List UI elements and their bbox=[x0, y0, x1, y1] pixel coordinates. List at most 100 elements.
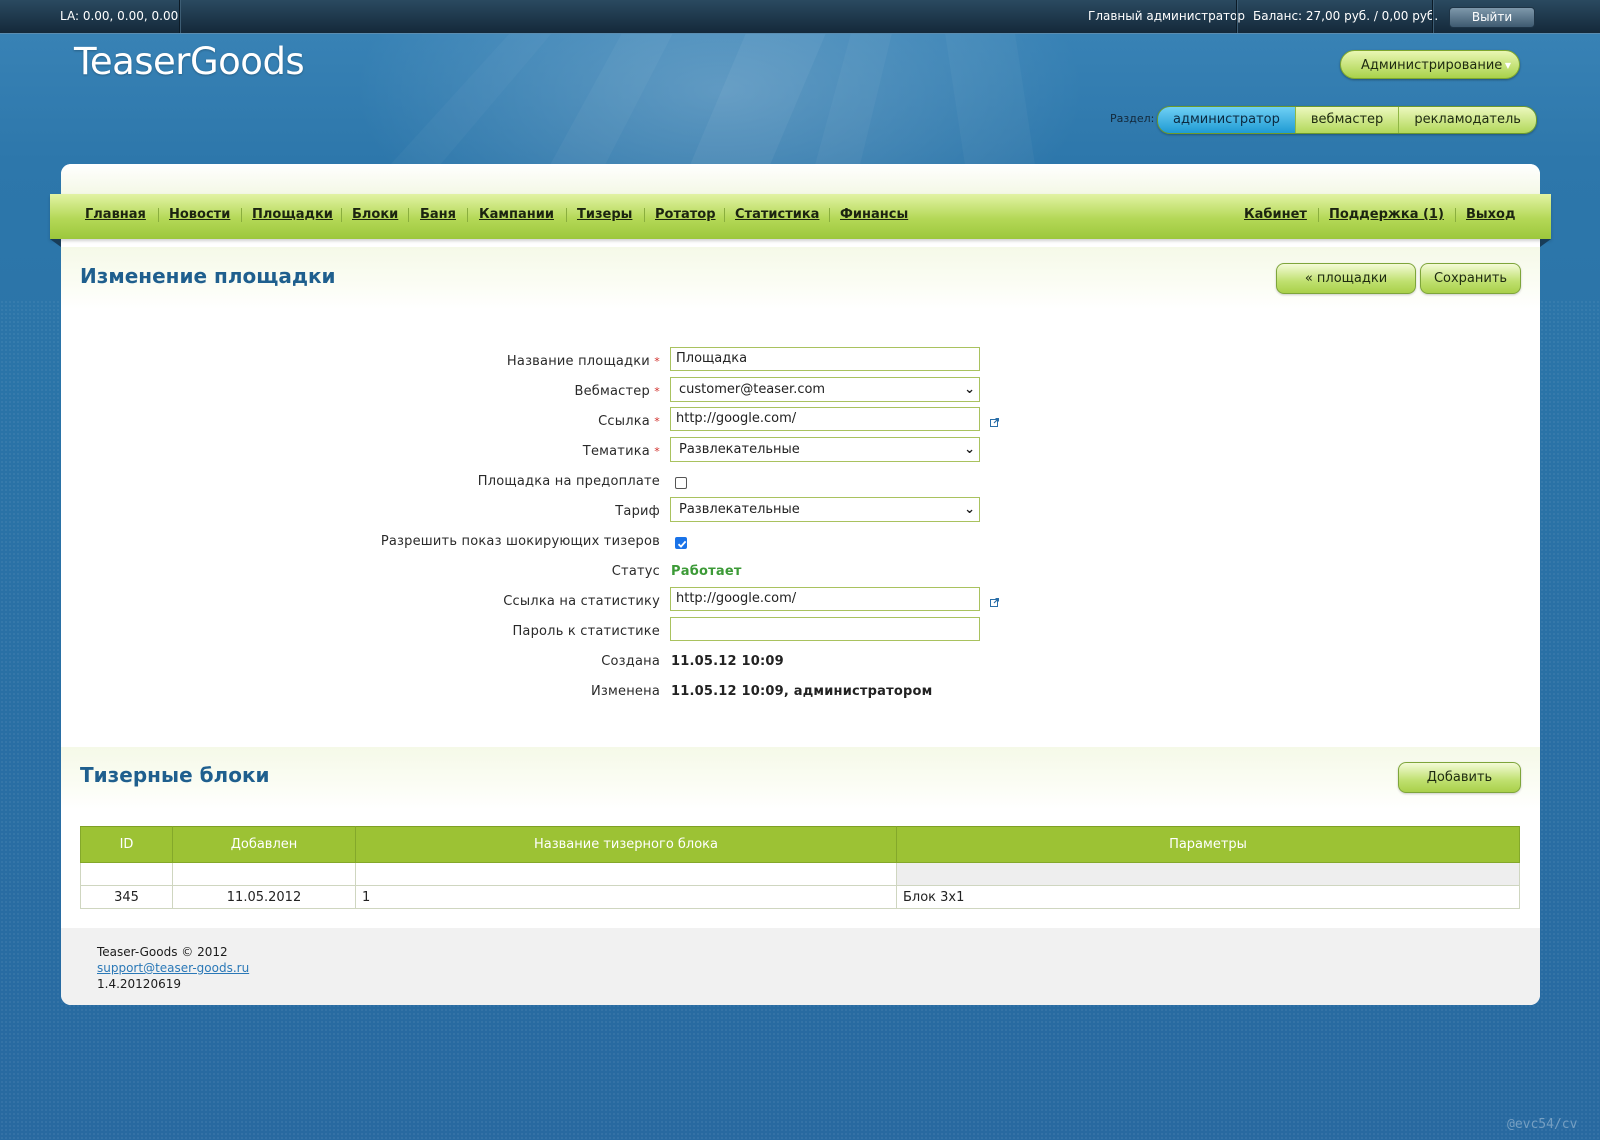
nav-link-finances[interactable]: Финансы bbox=[840, 207, 908, 222]
theme-label: Тематика * bbox=[582, 444, 660, 459]
link-label: Ссылка * bbox=[598, 414, 660, 429]
external-link-icon[interactable] bbox=[990, 418, 999, 427]
blocks-section-header bbox=[61, 747, 1540, 809]
tariff-select-value: Развлекательные bbox=[679, 502, 800, 517]
cell-params: Блок 3x1 bbox=[896, 885, 1520, 909]
shocking-teasers-label: Разрешить показ шокирующих тизеров bbox=[380, 534, 660, 549]
nav-ribbon-fold bbox=[1540, 239, 1551, 247]
table-row[interactable]: 345 11.05.2012 1 Блок 3x1 bbox=[80, 885, 1520, 909]
caret-down-icon: ▼ bbox=[1504, 61, 1511, 70]
nav-separator bbox=[241, 208, 242, 222]
column-header-added[interactable]: Добавлен bbox=[172, 826, 356, 863]
nav-separator bbox=[829, 208, 830, 222]
save-button[interactable]: Сохранить bbox=[1420, 263, 1521, 294]
nav-link-exit[interactable]: Выход bbox=[1466, 207, 1515, 222]
stats-password-label: Пароль к статистике bbox=[512, 624, 660, 639]
nav-link-teasers[interactable]: Тизеры bbox=[577, 207, 632, 222]
stats-link-input[interactable]: http://google.com/ bbox=[670, 587, 980, 611]
nav-separator bbox=[408, 208, 409, 222]
nav-separator bbox=[467, 208, 468, 222]
filter-cell bbox=[172, 862, 356, 886]
add-block-button[interactable]: Добавить bbox=[1398, 762, 1521, 793]
load-average: LA: 0.00, 0.00, 0.00 bbox=[60, 9, 179, 23]
nav-separator bbox=[158, 208, 159, 222]
external-link-icon[interactable] bbox=[990, 598, 999, 607]
administration-menu-button[interactable]: Администрирование ▼ bbox=[1340, 50, 1520, 79]
nav-link-banya[interactable]: Баня bbox=[420, 207, 456, 222]
role-switch-label: Раздел: bbox=[1110, 112, 1155, 125]
nav-link-statistics[interactable]: Статистика bbox=[735, 207, 819, 222]
footer: Teaser-Goods © 2012 support@teaser-goods… bbox=[61, 928, 1540, 1005]
modified-label: Изменена bbox=[590, 684, 660, 699]
balance-text: Баланс: 27,00 руб. / 0,00 руб. bbox=[1253, 9, 1439, 23]
site-logo[interactable]: TeaserGoods bbox=[74, 40, 305, 83]
site-name-label: Название площадки * bbox=[506, 354, 660, 369]
page-title: Изменение площадки bbox=[80, 264, 336, 288]
created-value: 11.05.12 10:09 bbox=[671, 654, 784, 669]
cell-id: 345 bbox=[80, 885, 173, 909]
webmaster-label: Вебмастер * bbox=[574, 384, 660, 399]
webmaster-select[interactable]: customer@teaser.com ⌄ bbox=[670, 377, 980, 402]
table-filter-row bbox=[80, 862, 1520, 886]
chevron-down-icon: ⌄ bbox=[964, 382, 975, 397]
role-switch: администратор вебмастер рекламодатель bbox=[1157, 106, 1537, 134]
link-input[interactable]: http://google.com/ bbox=[670, 407, 980, 431]
column-header-params[interactable]: Параметры bbox=[896, 826, 1520, 863]
nav-link-home[interactable]: Главная bbox=[85, 207, 146, 222]
teaser-blocks-table: ID Добавлен Название тизерного блока Пар… bbox=[80, 826, 1520, 909]
top-bar-divider bbox=[179, 0, 181, 33]
theme-select-value: Развлекательные bbox=[679, 442, 800, 457]
required-mark: * bbox=[654, 415, 660, 428]
checkmark-icon bbox=[677, 540, 687, 548]
tariff-label: Тариф bbox=[615, 504, 660, 519]
footer-support-email-link[interactable]: support@teaser-goods.ru bbox=[97, 961, 249, 975]
administration-menu-label: Администрирование bbox=[1361, 58, 1503, 73]
nav-link-campaigns[interactable]: Кампании bbox=[479, 207, 554, 222]
nav-link-sites[interactable]: Площадки bbox=[252, 207, 333, 222]
nav-link-news[interactable]: Новости bbox=[169, 207, 230, 222]
nav-link-blocks[interactable]: Блоки bbox=[352, 207, 398, 222]
column-header-id[interactable]: ID bbox=[80, 826, 173, 863]
blocks-section-title: Тизерные блоки bbox=[80, 763, 270, 787]
top-bar: LA: 0.00, 0.00, 0.00 Главный администрат… bbox=[0, 0, 1600, 34]
prepaid-label: Площадка на предоплате bbox=[477, 474, 660, 489]
nav-link-support[interactable]: Поддержка (1) bbox=[1329, 207, 1444, 222]
status-label: Статус bbox=[611, 564, 660, 579]
prepaid-checkbox[interactable] bbox=[675, 477, 687, 489]
cell-name: 1 bbox=[355, 885, 897, 909]
chevron-down-icon: ⌄ bbox=[964, 502, 975, 517]
main-panel-top bbox=[61, 164, 1540, 194]
chevron-down-icon: ⌄ bbox=[964, 442, 975, 457]
nav-separator bbox=[644, 208, 645, 222]
top-bar-divider bbox=[1236, 0, 1238, 33]
top-bar-divider bbox=[1432, 0, 1434, 33]
stats-password-input[interactable] bbox=[670, 617, 980, 641]
nav-separator bbox=[566, 208, 567, 222]
tariff-select[interactable]: Развлекательные ⌄ bbox=[670, 497, 980, 522]
watermark: @evc54/cv bbox=[1507, 1117, 1578, 1132]
role-tab-advertiser[interactable]: рекламодатель bbox=[1398, 107, 1536, 133]
nav-link-cabinet[interactable]: Кабинет bbox=[1244, 207, 1307, 222]
back-to-sites-button[interactable]: « площадки bbox=[1276, 263, 1416, 294]
webmaster-select-value: customer@teaser.com bbox=[679, 382, 826, 397]
column-header-name[interactable]: Название тизерного блока bbox=[355, 826, 897, 863]
table-header-row: ID Добавлен Название тизерного блока Пар… bbox=[80, 826, 1520, 863]
logout-button[interactable]: Выйти bbox=[1449, 7, 1535, 28]
site-name-input[interactable]: Площадка bbox=[670, 347, 980, 371]
modified-value: 11.05.12 10:09, администратором bbox=[671, 684, 933, 699]
required-mark: * bbox=[654, 445, 660, 458]
role-tab-administrator[interactable]: администратор bbox=[1158, 107, 1295, 133]
status-value: Работает bbox=[671, 564, 742, 579]
role-tab-webmaster[interactable]: вебмастер bbox=[1294, 107, 1399, 133]
nav-ribbon-fold bbox=[50, 239, 61, 247]
required-mark: * bbox=[654, 355, 660, 368]
nav-separator bbox=[724, 208, 725, 222]
nav-link-rotator[interactable]: Ротатор bbox=[655, 207, 716, 222]
theme-select[interactable]: Развлекательные ⌄ bbox=[670, 437, 980, 462]
current-user-name: Главный администратор bbox=[1088, 9, 1246, 23]
shocking-teasers-checkbox[interactable] bbox=[675, 537, 687, 549]
nav-separator bbox=[341, 208, 342, 222]
cell-added: 11.05.2012 bbox=[172, 885, 356, 909]
nav-separator bbox=[1455, 208, 1456, 222]
filter-cell bbox=[355, 862, 897, 886]
